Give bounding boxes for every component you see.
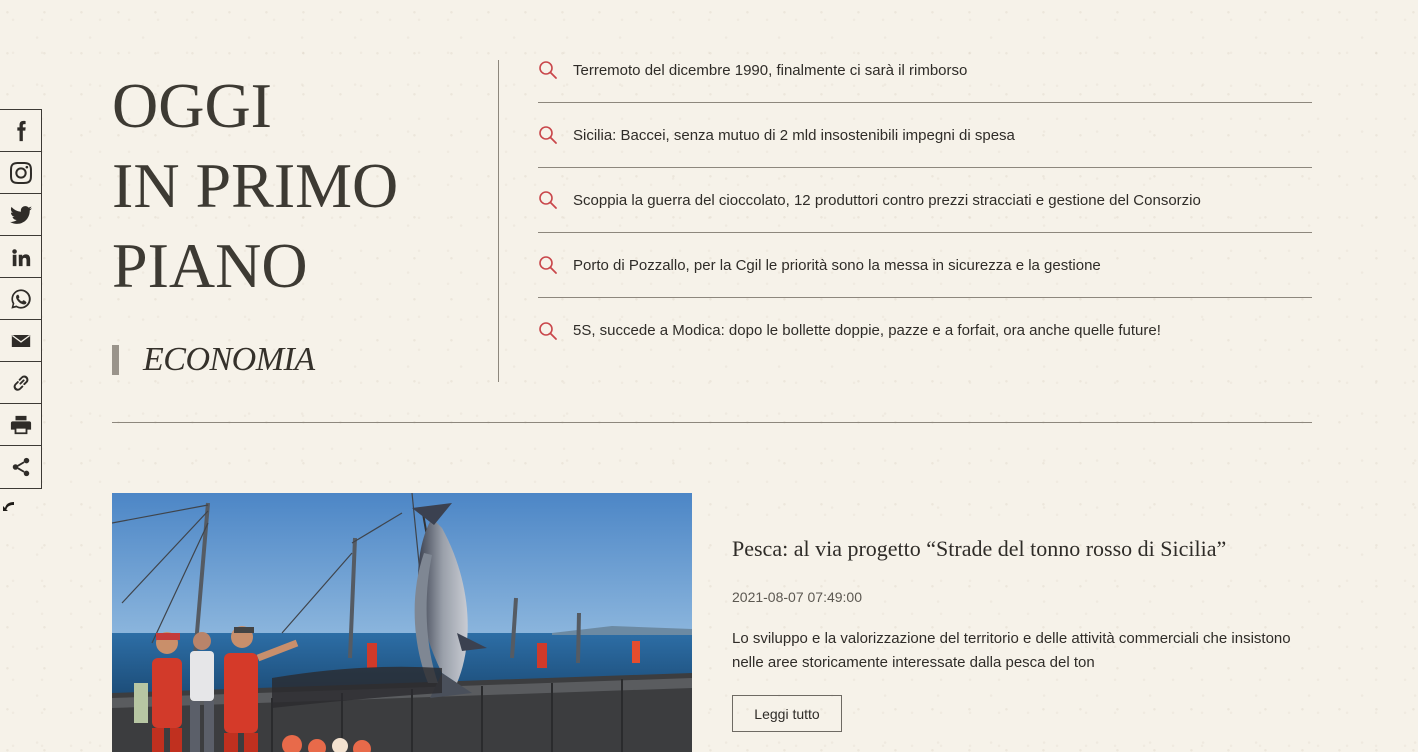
email-icon	[11, 334, 30, 347]
headline-link[interactable]: Scoppia la guerra del cioccolato, 12 pro…	[573, 192, 1201, 209]
headline-link[interactable]: 5S, succede a Modica: dopo le bollette d…	[573, 322, 1161, 339]
share-icon	[12, 457, 29, 477]
section-title: OGGI IN PRIMO PIANO	[112, 66, 398, 306]
headline-item[interactable]: Terremoto del dicembre 1990, finalmente …	[538, 38, 1312, 103]
headline-item[interactable]: Porto di Pozzallo, per la Cgil le priori…	[538, 233, 1312, 298]
linkedin-icon	[11, 248, 30, 266]
social-share-bar	[0, 109, 42, 489]
print-icon	[10, 415, 31, 434]
section-divider	[112, 422, 1312, 423]
linkedin-button[interactable]	[0, 236, 41, 278]
read-more-button[interactable]: Leggi tutto	[732, 695, 842, 732]
article-image[interactable]	[112, 493, 692, 752]
share-button[interactable]	[0, 446, 41, 488]
whatsapp-button[interactable]	[0, 278, 41, 320]
headline-link[interactable]: Sicilia: Baccei, senza mutuo di 2 mld in…	[573, 127, 1015, 144]
category-label[interactable]: ECONOMIA	[143, 341, 315, 379]
headlines-list: Terremoto del dicembre 1990, finalmente …	[538, 38, 1312, 363]
headline-item[interactable]: 5S, succede a Modica: dopo le bollette d…	[538, 298, 1312, 363]
arrow-left-icon	[3, 502, 14, 511]
facebook-icon	[16, 120, 26, 141]
hide-share-bar-toggle[interactable]	[3, 497, 15, 511]
vertical-divider	[498, 60, 499, 382]
search-icon	[538, 60, 558, 80]
headline-link[interactable]: Terremoto del dicembre 1990, finalmente …	[573, 62, 967, 79]
search-icon	[538, 190, 558, 210]
article-excerpt: Lo sviluppo e la valorizzazione del terr…	[732, 630, 1291, 671]
headline-link[interactable]: Porto di Pozzallo, per la Cgil le priori…	[573, 257, 1101, 274]
link-icon	[13, 375, 28, 391]
print-button[interactable]	[0, 404, 41, 446]
search-icon	[538, 321, 558, 341]
headline-item[interactable]: Sicilia: Baccei, senza mutuo di 2 mld in…	[538, 103, 1312, 168]
whatsapp-icon	[10, 288, 31, 309]
facebook-button[interactable]	[0, 110, 41, 152]
search-icon	[538, 255, 558, 275]
category-accent-bar	[112, 345, 119, 375]
instagram-icon	[9, 161, 32, 184]
twitter-icon	[9, 205, 32, 224]
category-heading: ECONOMIA	[112, 341, 315, 379]
section-title-line: OGGI	[112, 70, 272, 141]
article-title[interactable]: Pesca: al via progetto “Strade del tonno…	[732, 536, 1226, 562]
section-title-line: PIANO	[112, 230, 308, 301]
instagram-button[interactable]	[0, 152, 41, 194]
copy-link-button[interactable]	[0, 362, 41, 404]
headline-item[interactable]: Scoppia la guerra del cioccolato, 12 pro…	[538, 168, 1312, 233]
email-button[interactable]	[0, 320, 41, 362]
section-title-line: IN PRIMO	[112, 150, 399, 221]
twitter-button[interactable]	[0, 194, 41, 236]
search-icon	[538, 125, 558, 145]
article-date: 2021-08-07 07:49:00	[732, 589, 862, 605]
